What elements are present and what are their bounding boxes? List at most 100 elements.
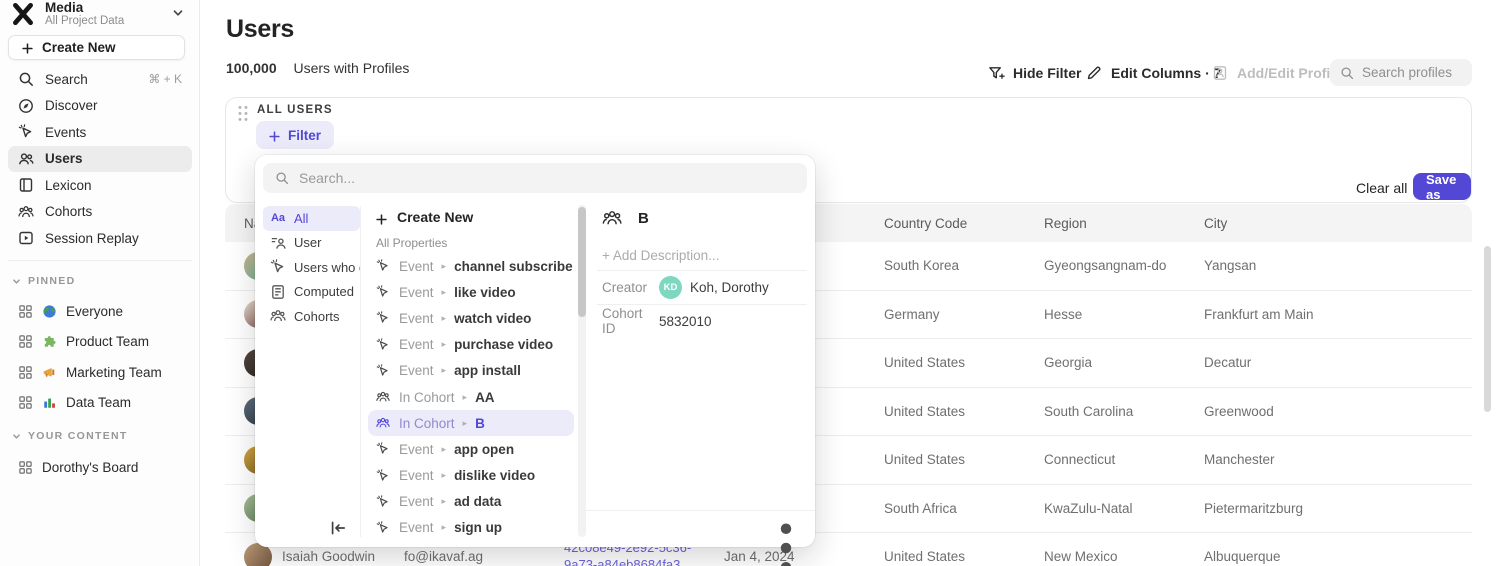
edit-columns-label: Edit Columns · 7 [1111,65,1221,81]
dropdown-item-event-app-open[interactable]: Event▸app open [368,436,574,462]
item-prefix: Event [399,494,434,509]
sidebar-item-lexicon[interactable]: Lexicon [8,172,192,199]
collapse-panel-icon[interactable] [329,519,347,536]
item-prefix: Event [399,311,434,326]
column-header-region[interactable]: Region [1044,216,1204,231]
dropdown-item-event-app-install[interactable]: Event▸app install [368,358,574,384]
search-icon [275,171,289,185]
board-item-data-team[interactable]: Data Team [8,388,192,419]
sidebar-item-events[interactable]: Events [8,119,192,146]
sidebar-item-label: Events [45,125,86,140]
your-content-section-header[interactable]: YOUR CONTENT [12,430,128,442]
book-icon [18,177,34,193]
dropdown-category-cohorts[interactable]: Cohorts [263,304,360,329]
dropdown-item-event-watch-video[interactable]: Event▸watch video [368,305,574,331]
dropdown-search-input[interactable] [299,170,795,186]
sidebar-item-discover[interactable]: Discover [8,93,192,120]
dropdown-item-event-like-video[interactable]: Event▸like video [368,279,574,305]
dropdown-item-event-dislike-video[interactable]: Event▸dislike video [368,463,574,489]
sidebar-item-search[interactable]: Search⌘ + K [8,66,192,93]
cohorts-icon [376,416,391,430]
detail-divider [597,270,807,271]
hide-filter-button[interactable]: Hide Filter [988,64,1081,81]
dropdown-category-computed[interactable]: Computed [263,280,360,305]
sidebar-item-label: Discover [45,98,98,113]
add-filter-button[interactable]: Filter [256,121,334,149]
hide-filter-label: Hide Filter [1013,65,1081,81]
search-profiles-box[interactable] [1330,59,1472,86]
chevron-down-icon [12,432,21,441]
dropdown-item-event-ad-data[interactable]: Event▸ad data [368,489,574,515]
dropdown-category-all[interactable]: AaAll [263,206,360,231]
user-count-label[interactable]: Users with Profiles [294,60,410,76]
board-icon [18,460,33,475]
dropdown-item-event-channel-subscribe[interactable]: Event▸channel subscribe [368,253,574,279]
add-description-button[interactable]: + Add Description... [602,248,719,263]
city-cell: Albuquerque [1204,549,1472,564]
clear-all-button[interactable]: Clear all [1356,180,1407,196]
table-scrollbar[interactable] [1484,246,1491,412]
pinned-section-header[interactable]: PINNED [12,275,75,287]
add-edit-profile-button[interactable]: Add/Edit Profile [1212,64,1342,81]
board-icon [18,395,33,410]
sidebar-item-session-replay[interactable]: Session Replay [8,225,192,252]
caret-right-icon: ▸ [463,418,468,429]
sidebar-item-cohorts[interactable]: Cohorts [8,199,192,226]
dropdown-category-user[interactable]: User [263,231,360,256]
create-new-button[interactable]: Create New [8,35,185,60]
cohorts-icon [18,204,34,220]
edit-columns-button[interactable]: Edit Columns · 7 [1086,64,1221,81]
item-name: purchase video [454,337,553,352]
email-cell: fo@ikavaf.ag [404,549,564,564]
dropdown-item-event-sign-up[interactable]: Event▸sign up [368,515,574,541]
column-header-country[interactable]: Country Code [884,216,1044,231]
caret-right-icon: ▸ [442,339,447,350]
cohort-id-label: Cohort ID [602,306,659,336]
user-name: Isaiah Goodwin [282,549,375,564]
cohort-id-row: Cohort ID 5832010 [602,308,807,334]
item-name: watch video [454,311,531,326]
event-icon [376,442,391,456]
page-title: Users [226,15,294,44]
item-name: channel subscribe [454,259,573,274]
dropdown-item-in-cohort-b[interactable]: In Cohort▸B [368,410,574,436]
item-name: B [475,416,485,431]
item-prefix: Event [399,285,434,300]
cohorts-icon [270,309,286,323]
event-icon [376,311,391,325]
item-prefix: Event [399,363,434,378]
board-item-everyone[interactable]: Everyone [8,296,192,327]
dropdown-category-users-who-di[interactable]: Users who di... [263,255,360,280]
drag-handle-icon[interactable] [237,105,249,119]
item-prefix: Event [399,442,434,457]
item-prefix: Event [399,259,434,274]
item-name: ad data [454,494,501,509]
dropdown-search-box[interactable] [263,163,807,193]
caret-right-icon: ▸ [442,522,447,533]
item-prefix: In Cohort [399,390,455,405]
caret-right-icon: ▸ [463,392,468,403]
dropdown-divider [360,206,361,537]
event-icon [18,124,34,140]
more-options-icon[interactable] [779,520,793,536]
column-header-city[interactable]: City [1204,216,1472,231]
globe-icon [42,304,57,319]
board-item-dorothy-s-board[interactable]: Dorothy's Board [8,452,192,483]
save-as-button[interactable]: Save as [1413,173,1471,200]
sidebar-item-users[interactable]: Users [8,146,192,173]
event-icon [376,495,391,509]
country-cell: United States [884,355,1044,370]
board-icon [18,304,33,319]
caret-right-icon: ▸ [442,365,447,376]
dropdown-category-label: Cohorts [294,309,340,324]
board-item-product-team[interactable]: Product Team [8,327,192,358]
dropdown-item-event-purchase-video[interactable]: Event▸purchase video [368,332,574,358]
workspace-switcher[interactable]: Media All Project Data [10,0,192,35]
dropdown-create-new-button[interactable]: Create New [368,203,574,231]
cohort-title-row: B [602,209,649,227]
board-item-marketing-team[interactable]: Marketing Team [8,357,192,388]
dropdown-scrollbar-thumb[interactable] [578,207,586,317]
dropdown-item-in-cohort-aa[interactable]: In Cohort▸AA [368,384,574,410]
region-cell: Georgia [1044,355,1204,370]
search-profiles-input[interactable] [1362,65,1462,80]
